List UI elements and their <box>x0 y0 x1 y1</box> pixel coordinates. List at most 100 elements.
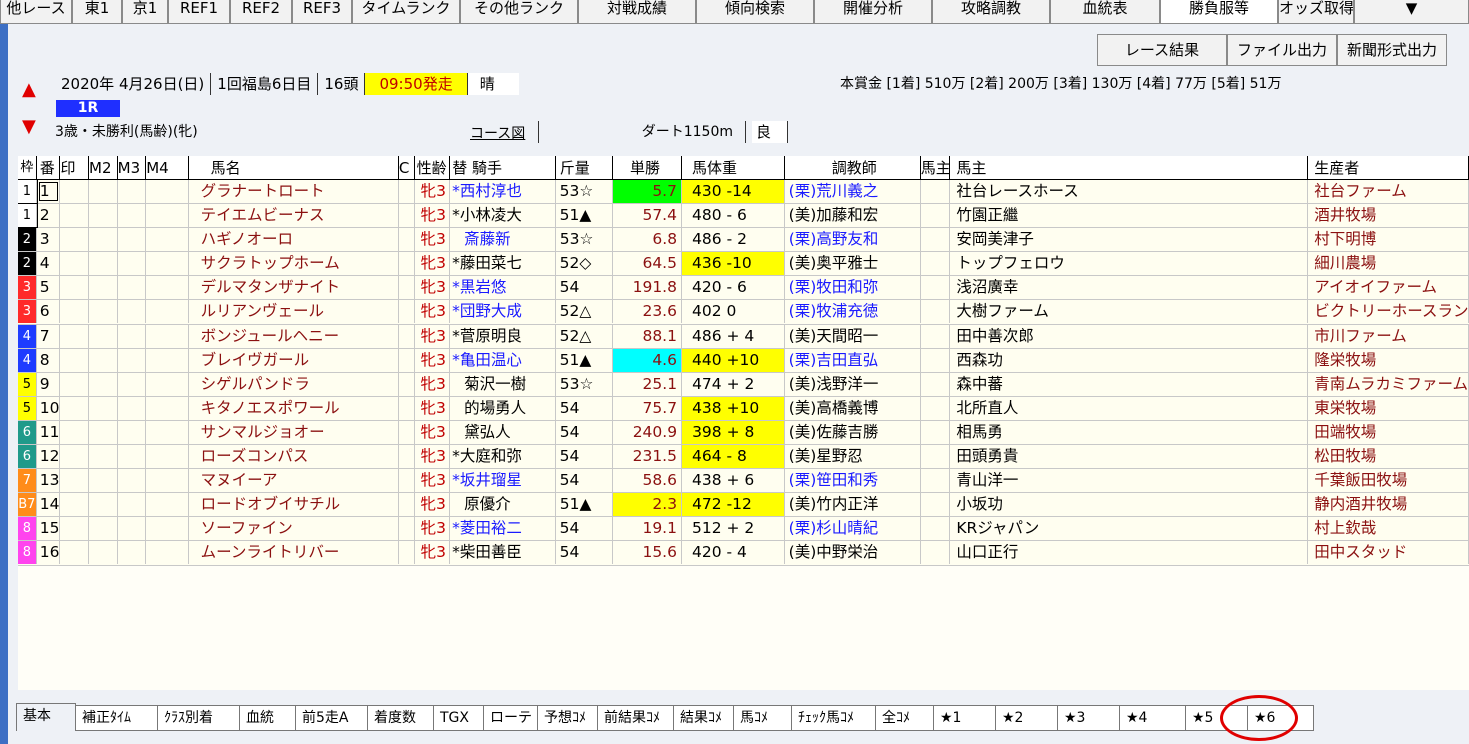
table-row[interactable]: 2 3 ハギノオーロ 牝3 斎藤新 53☆ 6.8 486 - 2 (栗)高野友和 安岡美津子 村下… <box>18 228 1469 253</box>
tab-0[interactable]: 基本 <box>16 703 76 731</box>
tab-12[interactable]: ﾁｪｯｸ馬ｺﾒ <box>792 705 876 731</box>
cell-m4 <box>146 348 189 372</box>
toolbar-button-6[interactable]: タイムランク <box>352 0 460 24</box>
col-waku[interactable]: 枠 <box>18 156 37 180</box>
table-row[interactable]: 3 5 デルマタンザナイト 牝3 *黒岩悠 54 191.8 420 - 6 (栗)牧田和弥 浅沼… <box>18 276 1469 301</box>
toolbar-button-11[interactable]: 攻略調教 <box>932 0 1050 24</box>
toolbar-button-14[interactable]: オッズ取得 <box>1278 0 1354 24</box>
cell-sex: 牝3 <box>415 252 451 276</box>
table-row[interactable]: 5 9 シゲルパンドラ 牝3 菊沢一樹 53☆ 25.1 474 + 2 (美)浅野洋一 森中蕃青… <box>18 372 1469 397</box>
table-row[interactable]: 1 1 グラナートロート 牝3 *西村淳也 53☆ 5.7 430 -14 (栗)荒川義之 社台レ… <box>18 179 1469 205</box>
table-row[interactable]: 3 6 ルリアンヴェール 牝3 *団野大成 52△ 23.6 402 0 (栗)牧浦充徳 大樹ファ… <box>18 300 1469 325</box>
tab-1[interactable]: 補正ﾀｲﾑ <box>76 705 158 731</box>
toolbar-button-8[interactable]: 対戦成績 <box>578 0 696 24</box>
tab-19[interactable]: ★6 <box>1248 705 1314 731</box>
col-m2[interactable]: M2 <box>89 156 118 180</box>
entries-table: 枠 番 印 M2 M3 M4 馬名 C 性齢 替 騎手 斤量 単勝 馬体重 調教… <box>18 156 1469 690</box>
cell-owner: 山口正行 <box>950 541 1309 565</box>
col-weight[interactable]: 斤量 <box>556 156 613 180</box>
cell-c <box>399 324 415 348</box>
cell-name: ロードオブイサチル <box>189 493 399 517</box>
col-odds[interactable]: 単勝 <box>613 156 682 180</box>
race-date: 2020年 4月26日(日) <box>55 73 212 95</box>
table-row[interactable]: 2 4 サクラトップホーム 牝3 *藤田菜七 52◇ 64.5 436 -10 (美)奥平雅士 ト… <box>18 252 1469 277</box>
tab-11[interactable]: 馬ｺﾒ <box>734 705 792 731</box>
col-sex-age[interactable]: 性齢 <box>415 156 451 180</box>
toolbar-sub-button-1[interactable]: ファイル出力 <box>1227 34 1337 66</box>
tab-6[interactable]: TGX <box>434 705 484 731</box>
table-row[interactable]: 4 7 ボンジュールヘニー 牝3 *菅原明良 52△ 88.1 486 + 4 (美)天間昭一 田… <box>18 324 1469 349</box>
col-trainer[interactable]: 調教師 <box>785 156 921 180</box>
cell-sex: 牝3 <box>415 348 451 372</box>
table-row[interactable]: 1 2 テイエムビーナス 牝3 *小林凌大 51▲ 57.4 480 - 6 (美)加藤和宏 竹園… <box>18 203 1469 229</box>
toolbar-button-1[interactable]: 東1 <box>72 0 122 24</box>
table-row[interactable]: 5 10 キタノエスポワール 牝3 的場勇人 54 75.7 438 +10 (美)高橋義博 北所… <box>18 396 1469 421</box>
table-row[interactable]: 4 8 ブレイヴガール 牝3 *亀田温心 51▲ 4.6 440 +10 (栗)吉田直弘 西森功隆… <box>18 348 1469 373</box>
cell-ban: 5 <box>37 276 61 300</box>
toolbar-sub-button-0[interactable]: レース結果 <box>1097 34 1227 66</box>
toolbar-button-2[interactable]: 京1 <box>122 0 168 24</box>
race-number-badge[interactable]: 1R <box>56 100 120 117</box>
tab-18[interactable]: ★5 <box>1186 705 1248 731</box>
col-m3[interactable]: M3 <box>118 156 147 180</box>
table-row[interactable]: 8 16 ムーンライトリバー 牝3 *柴田善臣 54 15.6 420 - 4 (美)中野栄治 山… <box>18 541 1469 566</box>
cell-ban: 6 <box>37 300 61 324</box>
toolbar-button-13[interactable]: 勝負服等 <box>1160 0 1278 24</box>
table-row[interactable]: 8 15 ソーファイン 牝3 *菱田裕二 54 19.1 512 + 2 (栗)杉山晴紀 KRジャ… <box>18 517 1469 542</box>
col-jockey[interactable]: 替 騎手 <box>450 156 556 180</box>
tab-17[interactable]: ★4 <box>1120 705 1186 731</box>
prev-race-arrow-icon[interactable]: ▲ <box>22 81 36 99</box>
next-race-arrow-icon[interactable]: ▼ <box>22 118 36 136</box>
tab-5[interactable]: 着度数 <box>368 705 434 731</box>
col-mark[interactable]: 印 <box>60 156 90 180</box>
tab-7[interactable]: ローテ <box>484 705 538 731</box>
toolbar-button-10[interactable]: 開催分析 <box>814 0 932 24</box>
table-row[interactable]: B7 14 ロードオブイサチル 牝3 原優介 51▲ 2.3 472 -12 (美)竹内正洋 小坂… <box>18 493 1469 518</box>
race-runners: 16頭 <box>318 73 366 95</box>
cell-sex: 牝3 <box>415 445 451 469</box>
toolbar-sub-button-2[interactable]: 新聞形式出力 <box>1337 34 1447 66</box>
toolbar-button-9[interactable]: 傾向検索 <box>696 0 814 24</box>
col-ban[interactable]: 番 <box>37 156 61 180</box>
col-c[interactable]: C <box>399 156 415 180</box>
cell-in <box>60 420 90 444</box>
cell-name: デルマタンザナイト <box>189 276 399 300</box>
col-horse-name[interactable]: 馬名 <box>189 156 399 180</box>
table-row[interactable]: 7 13 マヌイーア 牝3 *坂井瑠星 54 58.6 438 + 6 (栗)笹田和秀 青山洋一千… <box>18 469 1469 494</box>
col-breeder[interactable]: 生産者 <box>1308 156 1469 180</box>
prize-money: 本賞金 [1着] 510万 [2着] 200万 [3着] 130万 [4着] 7… <box>840 76 1282 92</box>
cell-m2 <box>89 276 118 300</box>
toolbar-button-label: 傾向検索 <box>724 0 785 17</box>
col-owner[interactable]: 馬主 <box>950 156 1309 180</box>
tab-13[interactable]: 全ｺﾒ <box>876 705 934 731</box>
toolbar-button-5[interactable]: REF3 <box>292 0 352 24</box>
cell-trainer: (美)竹内正洋 <box>785 493 921 517</box>
tab-3[interactable]: 血統 <box>240 705 296 731</box>
col-uma[interactable]: 馬主 <box>921 156 951 180</box>
tab-9[interactable]: 前結果ｺﾒ <box>598 705 674 731</box>
col-m4[interactable]: M4 <box>146 156 189 180</box>
race-start-time: 09:50発走 <box>365 73 468 95</box>
tab-4[interactable]: 前5走A <box>296 705 368 731</box>
table-row[interactable]: 6 12 ローズコンパス 牝3 *大庭和弥 54 231.5 464 - 8 (美)星野忍 田頭勇… <box>18 445 1469 470</box>
toolbar-button-3[interactable]: REF1 <box>168 0 230 24</box>
tab-14[interactable]: ★1 <box>934 705 996 731</box>
toolbar-button-12[interactable]: 血統表 <box>1050 0 1160 24</box>
table-row[interactable]: 6 11 サンマルジョオー 牝3 黛弘人 54 240.9 398 + 8 (美)佐藤吉勝 相馬勇… <box>18 420 1469 446</box>
toolbar-button-0[interactable]: 他レース <box>0 0 72 24</box>
toolbar-button-7[interactable]: その他ランク <box>460 0 578 24</box>
toolbar-button-4[interactable]: REF2 <box>230 0 292 24</box>
tab-8[interactable]: 予想ｺﾒ <box>538 705 598 731</box>
tab-2[interactable]: ｸﾗｽ別着 <box>158 705 240 731</box>
dropdown-arrow-icon[interactable]: ▼ <box>1354 0 1469 24</box>
tab-10[interactable]: 結果ｺﾒ <box>674 705 734 731</box>
cell-sex: 牝3 <box>415 493 451 517</box>
cell-m3 <box>118 252 147 276</box>
toolbar-button-label: その他ランク <box>473 0 564 17</box>
toolbar-button-label: オッズ取得 <box>1279 0 1354 17</box>
course-map-link[interactable]: コース図 <box>470 123 525 143</box>
cell-breeder: 村上欽哉 <box>1308 517 1469 541</box>
col-body-weight[interactable]: 馬体重 <box>682 156 785 180</box>
tab-15[interactable]: ★2 <box>996 705 1058 731</box>
tab-16[interactable]: ★3 <box>1058 705 1120 731</box>
